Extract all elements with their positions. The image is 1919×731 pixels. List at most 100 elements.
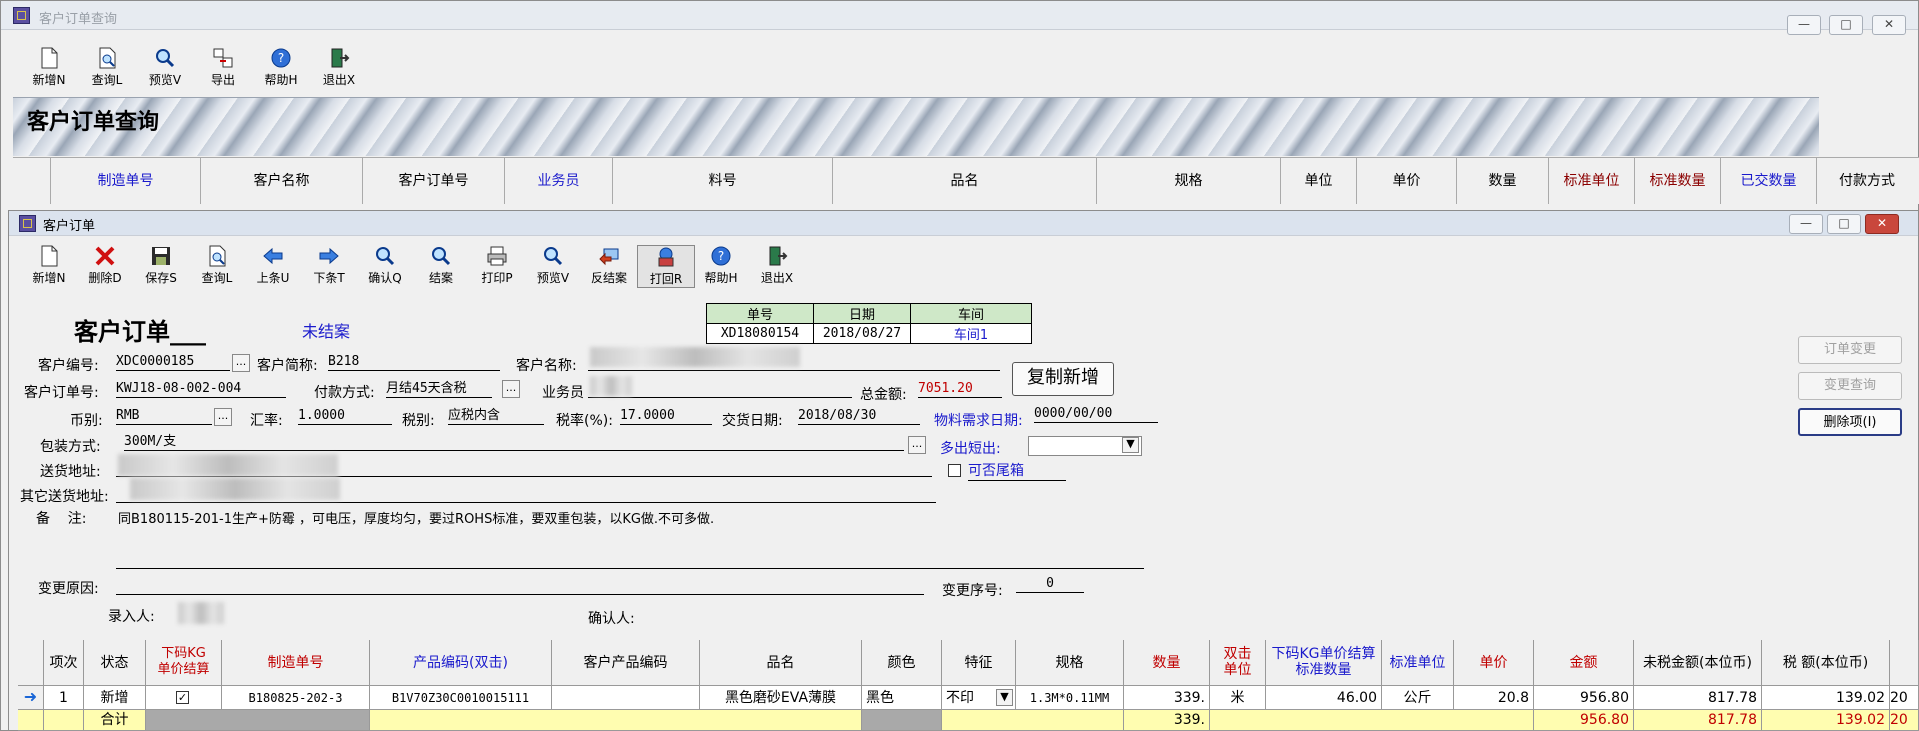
cust-short-field[interactable]: B218 xyxy=(328,354,500,371)
chevron-down-icon[interactable]: ▼ xyxy=(1122,437,1139,453)
col-header[interactable]: 料号 xyxy=(613,158,833,204)
grid-header-item[interactable]: 项次 xyxy=(44,640,84,686)
table-row-color[interactable]: 黑色 xyxy=(862,686,942,710)
confirm-button[interactable]: 确认Q xyxy=(357,245,413,286)
delete-item-button[interactable]: 删除项(I) xyxy=(1798,408,1902,436)
col-header[interactable]: 业务员 xyxy=(505,158,613,204)
exit-button[interactable]: 退出X xyxy=(311,47,367,88)
table-row-price[interactable]: 20.8 xyxy=(1454,686,1534,710)
reopen-case-button[interactable]: 反结案 xyxy=(581,245,637,286)
col-header[interactable]: 客户名称 xyxy=(201,158,363,204)
grid-header-std-unit[interactable]: 标准单位 xyxy=(1382,640,1454,686)
col-header[interactable]: 标准数量 xyxy=(1635,158,1721,204)
table-row-qty[interactable]: 339. xyxy=(1124,686,1210,710)
col-header[interactable]: 付款方式 xyxy=(1817,158,1917,204)
col-header[interactable]: 制造单号 xyxy=(51,158,201,204)
save-button[interactable]: 保存S xyxy=(133,245,189,286)
grid-header-amount[interactable]: 金额 xyxy=(1534,640,1634,686)
exit-button[interactable]: 退出X xyxy=(749,245,805,286)
close-icon[interactable]: ✕ xyxy=(1865,214,1899,234)
cust-order-field[interactable]: KWJ18-08-002-004 xyxy=(116,381,286,398)
order-change-button[interactable]: 订单变更 xyxy=(1798,336,1902,364)
close-icon[interactable]: ✕ xyxy=(1872,15,1906,35)
grid-header-feature[interactable]: 特征 xyxy=(942,640,1016,686)
col-header[interactable]: 规格 xyxy=(1097,158,1281,204)
chevron-down-icon[interactable]: ▼ xyxy=(996,689,1013,706)
new-button[interactable]: 新增N xyxy=(21,47,77,88)
change-query-button[interactable]: 变更查询 xyxy=(1798,372,1902,400)
query-button[interactable]: 查询L xyxy=(189,245,245,286)
tail-box-checkbox[interactable] xyxy=(948,464,961,477)
grid-header-mo[interactable]: 制造单号 xyxy=(222,640,370,686)
payment-field[interactable]: 月结45天含税 xyxy=(386,381,492,398)
table-row-spec[interactable]: 1.3M*0.11MM xyxy=(1016,686,1124,710)
currency-field[interactable]: RMB xyxy=(116,408,212,425)
preview-button[interactable]: 预览V xyxy=(525,245,581,286)
table-row-feature-cell[interactable]: 不印 ▼ xyxy=(942,686,1016,710)
grid-header-net-amount[interactable]: 未税金额(本位币) xyxy=(1634,640,1762,686)
grid-header-tax-amount[interactable]: 税 额(本位币) xyxy=(1762,640,1890,686)
remark-text[interactable]: 同B180115-201-1生产+防霉 ，可电压，厚度均匀，要过ROHS标准，要… xyxy=(118,508,714,527)
tax-rate-field[interactable]: 17.0000 xyxy=(620,408,712,425)
next-record-button[interactable]: 下条T xyxy=(301,245,357,286)
table-row-net-amount[interactable]: 817.78 xyxy=(1634,686,1762,710)
table-row-item[interactable]: 1 xyxy=(44,686,84,710)
cust-code-field[interactable]: XDC0000185 xyxy=(116,354,230,371)
table-row-std-qty[interactable]: 46.00 xyxy=(1266,686,1382,710)
col-header[interactable]: 数量 xyxy=(1457,158,1549,204)
return-button[interactable]: 打回R xyxy=(637,245,695,288)
tax-type-field[interactable]: 应税内含 xyxy=(448,408,544,425)
help-button[interactable]: ? 帮助H xyxy=(253,47,309,88)
table-row-mo[interactable]: B180825-202-3 xyxy=(222,686,370,710)
packing-field[interactable]: 300M/支 xyxy=(124,434,904,451)
previous-record-button[interactable]: 上条U xyxy=(245,245,301,286)
table-row-unit[interactable]: 米 xyxy=(1210,686,1266,710)
change-reason-field[interactable] xyxy=(116,578,924,595)
minimize-icon[interactable]: — xyxy=(1787,15,1821,35)
col-header[interactable]: 品名 xyxy=(833,158,1097,204)
print-button[interactable]: 打印P xyxy=(469,245,525,286)
grid-header-kg-price[interactable]: 下码KG 单价结算 xyxy=(146,640,222,686)
table-row-cust-product[interactable] xyxy=(552,686,700,710)
grid-header-cust-product[interactable]: 客户产品编码 xyxy=(552,640,700,686)
col-header[interactable]: 单价 xyxy=(1357,158,1457,204)
table-row-status[interactable]: 新增 xyxy=(84,686,146,710)
table-row-product-code[interactable]: B1V70Z30C0010015111 xyxy=(370,686,552,710)
maximize-icon[interactable]: □ xyxy=(1829,15,1863,35)
new-button[interactable]: 新增N xyxy=(21,245,77,286)
col-header[interactable]: 标准单位 xyxy=(1549,158,1635,204)
copy-new-button[interactable]: 复制新增 xyxy=(1012,362,1114,396)
exchange-rate-field[interactable]: 1.0000 xyxy=(298,408,392,425)
grid-header-product-code[interactable]: 产品编码(双击) xyxy=(370,640,552,686)
packing-lookup-button[interactable]: ... xyxy=(908,436,926,454)
table-row-std-unit[interactable]: 公斤 xyxy=(1382,686,1454,710)
col-header[interactable]: 已交数量 xyxy=(1721,158,1817,204)
delivery-date-field[interactable]: 2018/08/30 xyxy=(798,408,920,425)
col-header[interactable]: 客户订单号 xyxy=(363,158,505,204)
maximize-icon[interactable]: □ xyxy=(1827,214,1861,234)
grid-header-status[interactable]: 状态 xyxy=(84,640,146,686)
table-row-tax-amount[interactable]: 139.02 xyxy=(1762,686,1890,710)
currency-lookup-button[interactable]: ... xyxy=(214,408,232,426)
kg-price-checkbox[interactable]: ✓ xyxy=(176,691,189,704)
grid-header-name[interactable]: 品名 xyxy=(700,640,862,686)
grid-header-price[interactable]: 单价 xyxy=(1454,640,1534,686)
grid-header-color[interactable]: 颜色 xyxy=(862,640,942,686)
col-header[interactable]: 单位 xyxy=(1281,158,1357,204)
preview-button[interactable]: 预览V xyxy=(137,47,193,88)
table-row-kg-price-cell[interactable]: ✓ xyxy=(146,686,222,710)
table-row-amount[interactable]: 956.80 xyxy=(1534,686,1634,710)
minimize-icon[interactable]: — xyxy=(1789,214,1823,234)
grid-header-std-qty[interactable]: 下码KG单价结算 标准数量 xyxy=(1266,640,1382,686)
grid-header-qty[interactable]: 数量 xyxy=(1124,640,1210,686)
table-row-name[interactable]: 黑色磨砂EVA薄膜 xyxy=(700,686,862,710)
export-button[interactable]: 导出 xyxy=(195,47,251,88)
delete-button[interactable]: 删除D xyxy=(77,245,133,286)
help-button[interactable]: ? 帮助H xyxy=(693,245,749,286)
row-pointer-icon[interactable]: ➜ xyxy=(18,686,44,710)
payment-lookup-button[interactable]: ... xyxy=(502,380,520,398)
grid-header-unit[interactable]: 双击 单位 xyxy=(1210,640,1266,686)
cust-code-lookup-button[interactable]: ... xyxy=(232,354,250,372)
grid-header-spec[interactable]: 规格 xyxy=(1016,640,1124,686)
close-case-button[interactable]: 结案 xyxy=(413,245,469,286)
